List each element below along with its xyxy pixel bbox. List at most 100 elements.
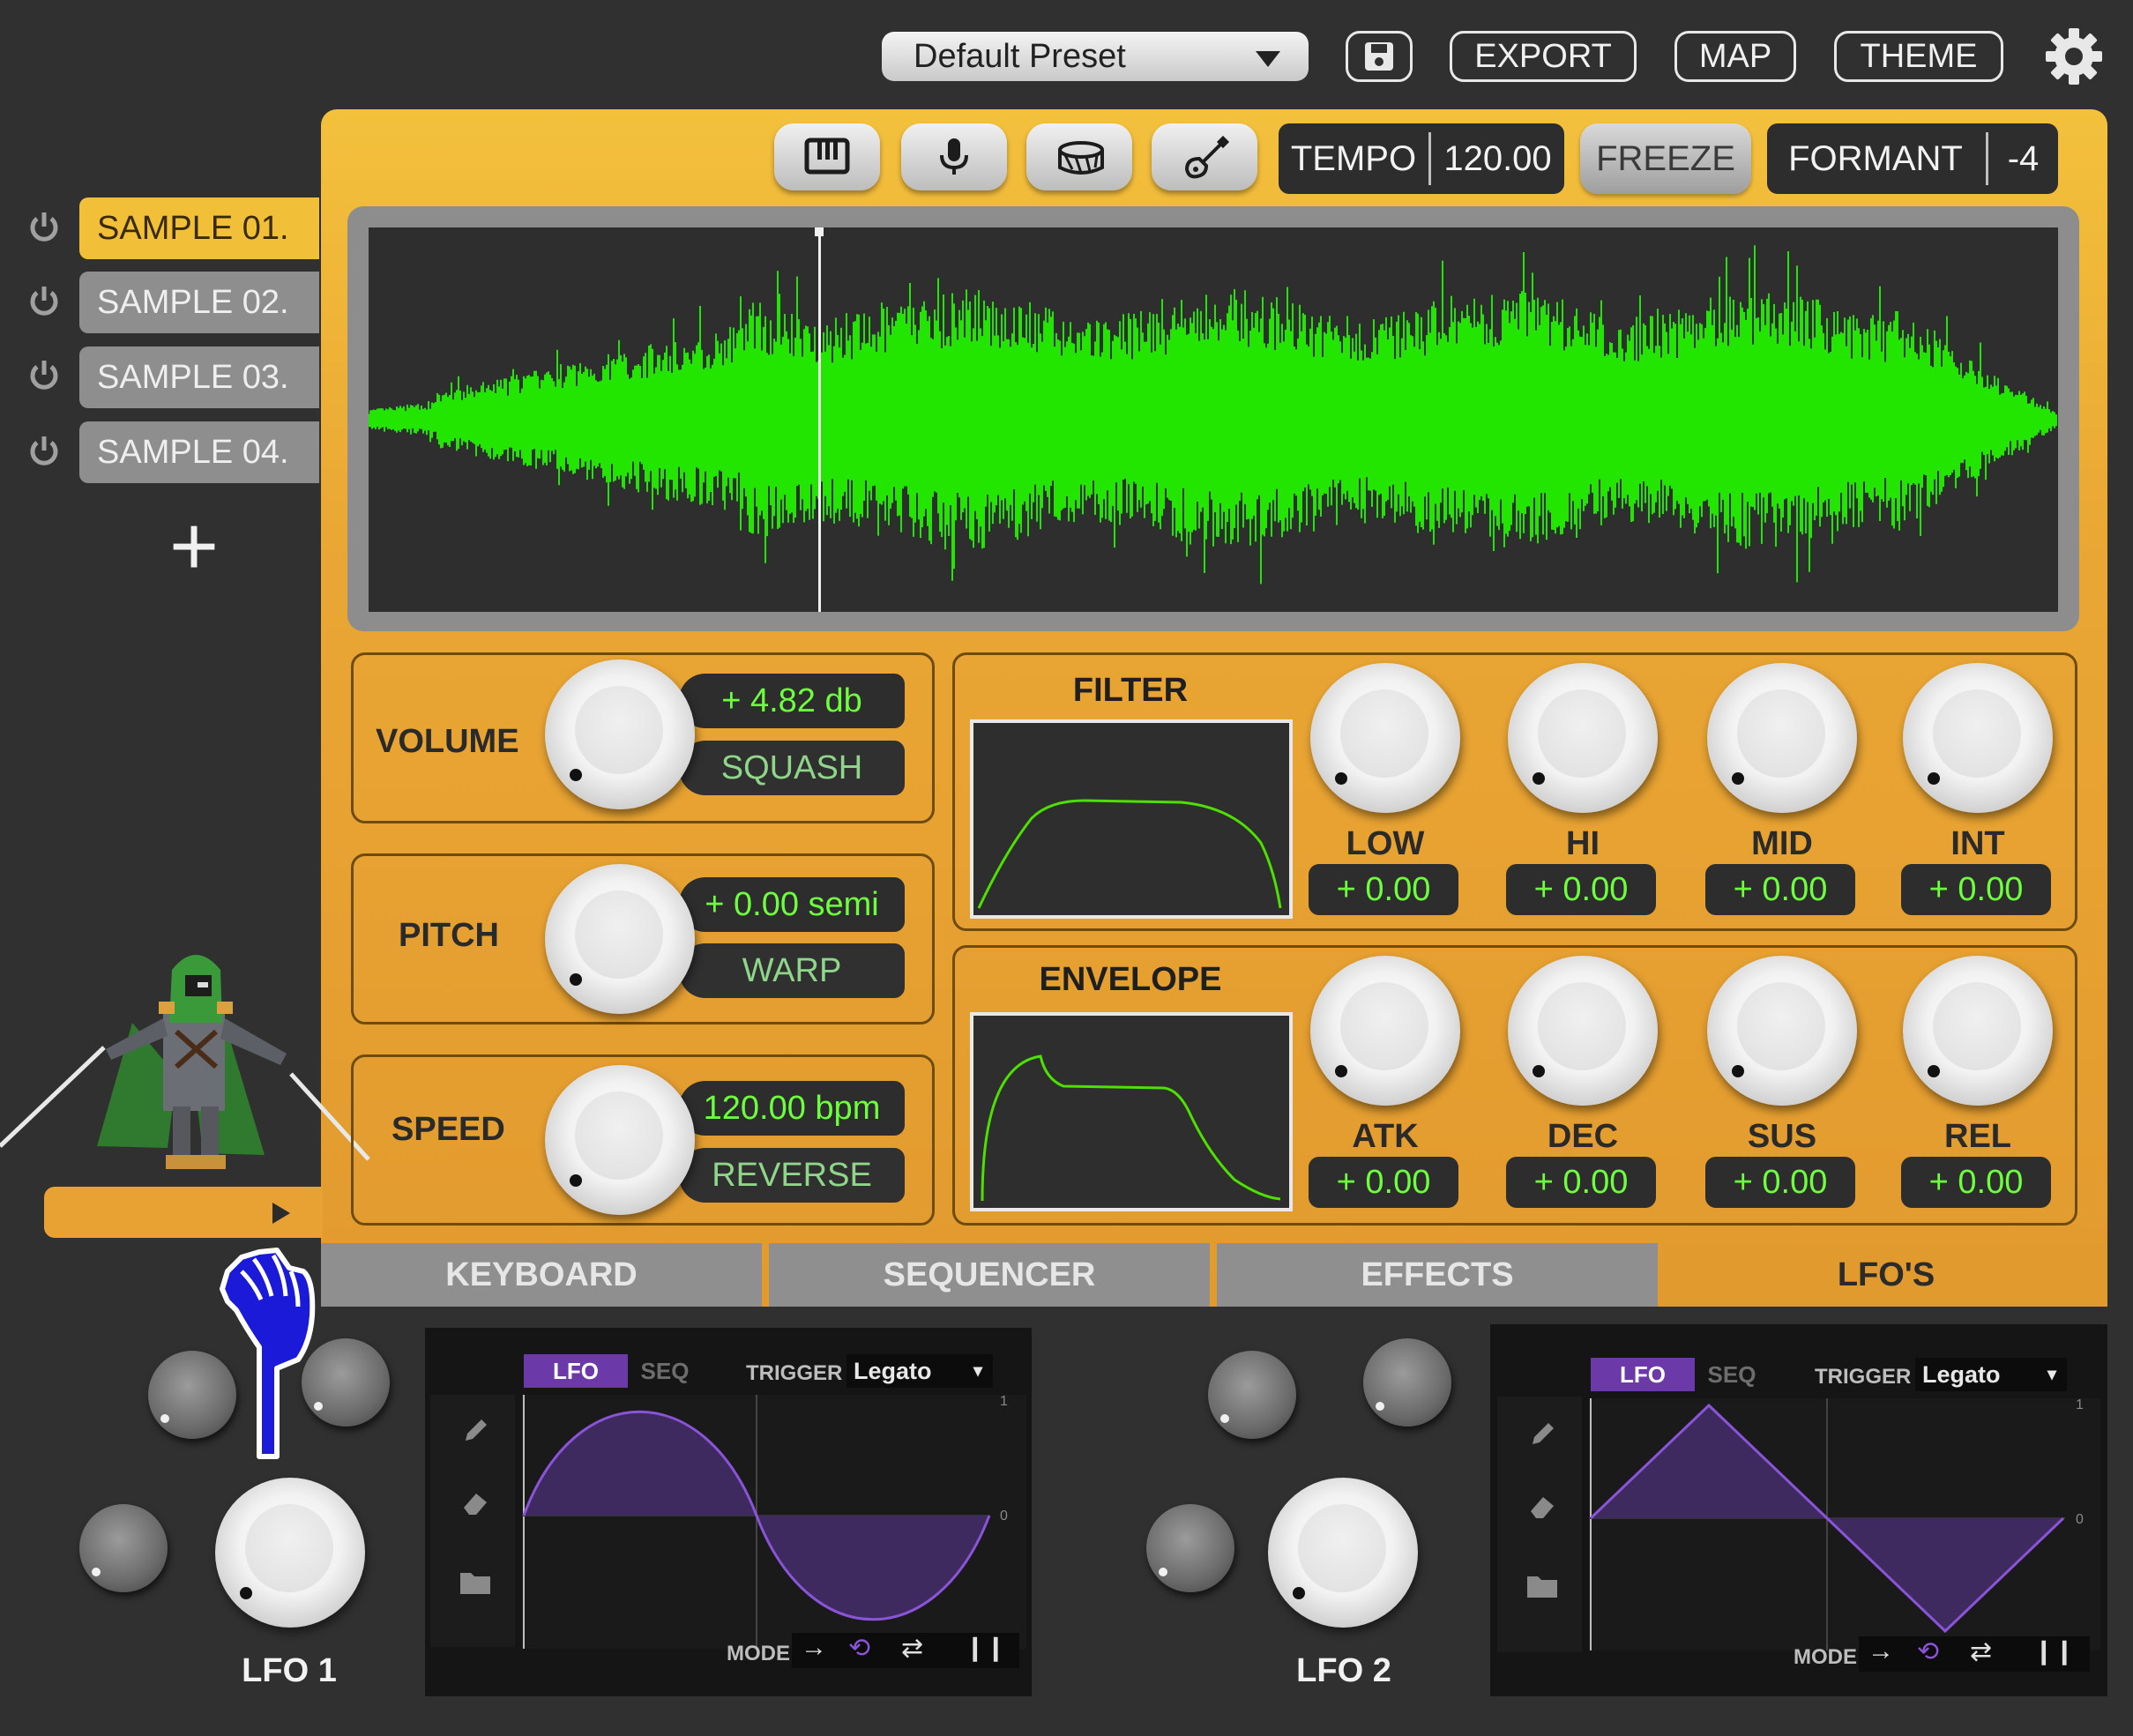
mode-oneshot-icon[interactable]: → [1868,1636,1894,1666]
waveform [368,245,2057,585]
pitch-knob[interactable] [545,864,695,1014]
envelope-rel-knob[interactable] [1903,956,2053,1106]
lfo1-tab-lfo[interactable]: LFO [524,1354,628,1388]
lfo2-label: LFO 2 [1296,1652,1391,1689]
sample-tab-1[interactable]: SAMPLE 01. [79,197,319,259]
sample-tab-2[interactable]: SAMPLE 02. [79,272,319,333]
envelope-sus-knob[interactable] [1707,956,1857,1106]
folder-icon[interactable] [1525,1573,1559,1599]
envelope-dec-value[interactable]: + 0.00 [1506,1157,1656,1208]
lfo2-small-knob-3[interactable] [1146,1504,1234,1592]
envelope-dec-label: DEC [1547,1118,1619,1155]
eraser-icon[interactable] [460,1488,490,1518]
power-icon[interactable] [26,284,62,319]
playhead-handle[interactable] [815,227,824,236]
tab-sequencer[interactable]: SEQUENCER [769,1243,1210,1307]
lfo1-mode-label: MODE [727,1642,790,1665]
tab-effects[interactable]: EFFECTS [1217,1243,1658,1307]
lfo2-waveform-display[interactable]: 1 0 -1 [1589,1398,2100,1650]
filter-mid-knob[interactable] [1707,663,1857,813]
lfo2-small-knob-1[interactable] [1208,1351,1296,1439]
lfo1-scale-mid: 0 [1000,1509,1008,1524]
mode-oneshot-icon[interactable]: → [801,1633,827,1663]
filter-low-value[interactable]: + 0.00 [1309,864,1458,915]
power-icon[interactable] [26,210,62,245]
lfo2-rate-knob[interactable] [1268,1478,1418,1628]
filter-hi-knob[interactable] [1508,663,1658,813]
preset-dropdown[interactable]: Default Preset [882,32,1309,81]
filter-hi-value[interactable]: + 0.00 [1506,864,1656,915]
volume-knob[interactable] [545,659,695,809]
pause-icon[interactable]: ❙❙ [965,1633,1006,1662]
lfo2-trigger-value: Legato [1922,1361,2001,1388]
tempo-control[interactable]: TEMPO 120.00 [1279,123,1564,194]
speed-value[interactable]: 120.00 bpm [679,1081,905,1136]
pencil-icon[interactable] [460,1416,490,1446]
envelope-rel-value[interactable]: + 0.00 [1901,1157,2051,1208]
tempo-value: 120.00 [1443,139,1552,178]
envelope-atk-value[interactable]: + 0.00 [1309,1157,1458,1208]
envelope-atk-knob[interactable] [1310,956,1460,1106]
filter-low-label: LOW [1346,825,1425,862]
save-icon [1365,42,1393,71]
warp-button[interactable]: WARP [679,943,905,998]
mode-pingpong-icon[interactable]: ⇄ [901,1633,923,1664]
folder-icon[interactable] [459,1569,492,1596]
filter-int-value[interactable]: + 0.00 [1901,864,2051,915]
pause-icon[interactable]: ❙❙ [2033,1636,2075,1665]
sample-tab-4[interactable]: SAMPLE 04. [79,421,319,483]
play-icon[interactable] [270,1201,293,1226]
lfo1-rate-knob[interactable] [215,1478,365,1628]
freeze-button[interactable]: FREEZE [1580,123,1751,194]
volume-value[interactable]: + 4.82 db [679,674,905,728]
formant-control[interactable]: FORMANT -4 [1767,123,2058,194]
mode-pingpong-icon[interactable]: ⇄ [1970,1636,1992,1667]
speed-knob[interactable] [545,1065,695,1215]
waveform-display[interactable] [368,227,2058,612]
power-icon[interactable] [26,358,62,393]
piano-button[interactable] [774,123,880,190]
tab-keyboard[interactable]: KEYBOARD [321,1243,762,1307]
lfo1-trigger-label: TRIGGER [746,1361,843,1385]
playhead[interactable] [818,227,821,612]
mode-loop-icon[interactable]: ⟲ [848,1633,870,1664]
eraser-icon[interactable] [1527,1492,1557,1522]
lfo2-tab-lfo[interactable]: LFO [1591,1358,1695,1391]
sample-tab-3[interactable]: SAMPLE 03. [79,346,319,408]
map-button[interactable]: MAP [1674,31,1796,82]
gear-icon[interactable] [2044,26,2104,86]
envelope-curve-display[interactable] [970,1012,1293,1211]
tab-lfos[interactable]: LFO'S [1665,1243,2107,1307]
filter-low-knob[interactable] [1310,663,1460,813]
squash-button[interactable]: SQUASH [679,741,905,795]
export-button[interactable]: EXPORT [1450,31,1637,82]
pencil-icon[interactable] [1527,1419,1557,1449]
lfo2-trigger-select[interactable]: Legato ▾ [1915,1358,2067,1391]
lfo1-label: LFO 1 [242,1652,337,1689]
lfo1-tab-seq[interactable]: SEQ [630,1354,700,1388]
add-sample-button[interactable]: + [159,503,229,591]
pitch-value[interactable]: + 0.00 semi [679,877,905,932]
lfo1-trigger-select[interactable]: Legato ▾ [846,1354,993,1388]
filter-mid-value[interactable]: + 0.00 [1705,864,1855,915]
lfo1-small-knob-3[interactable] [79,1504,168,1592]
filter-curve-display[interactable] [970,719,1293,919]
speed-label: SPEED [392,1111,505,1148]
lfo2-tab-seq[interactable]: SEQ [1697,1358,1767,1391]
reverse-button[interactable]: REVERSE [679,1148,905,1203]
theme-button[interactable]: THEME [1834,31,2003,82]
preset-name: Default Preset [914,38,1126,75]
power-icon[interactable] [26,434,62,469]
filter-int-knob[interactable] [1903,663,2053,813]
microphone-button[interactable] [901,123,1007,190]
piano-icon [804,138,850,175]
drum-button[interactable] [1026,123,1132,190]
guitar-button[interactable] [1152,123,1257,190]
mode-loop-icon[interactable]: ⟲ [1917,1636,1939,1667]
lfo2-small-knob-2[interactable] [1363,1338,1451,1427]
save-button[interactable] [1346,31,1413,82]
envelope-sus-value[interactable]: + 0.00 [1705,1157,1855,1208]
drum-icon [1058,141,1104,175]
envelope-dec-knob[interactable] [1508,956,1658,1106]
lfo1-waveform-display[interactable]: 1 0 -1 [522,1395,1026,1649]
